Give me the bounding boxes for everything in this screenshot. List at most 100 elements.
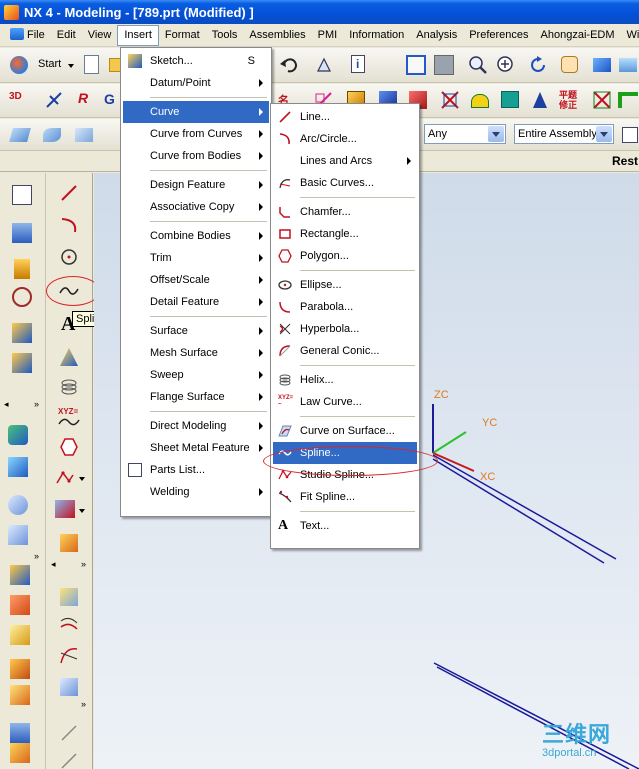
menu-item-trim[interactable]: Trim: [123, 247, 269, 269]
chevron-down-icon[interactable]: [79, 509, 85, 513]
menu-item-lines-and-arcs[interactable]: Lines and Arcs: [273, 150, 417, 172]
new-file-button[interactable]: [80, 53, 104, 77]
menu-item-direct-modeling[interactable]: Direct Modeling: [123, 415, 269, 437]
menu-item-ellipse[interactable]: Ellipse...: [273, 274, 417, 296]
menu-item-law-curve[interactable]: XYZ= ~ Law Curve...: [273, 391, 417, 413]
menu-item-basic-curves[interactable]: Basic Curves...: [273, 172, 417, 194]
feature-tool-2[interactable]: [6, 523, 30, 547]
menu-analysis[interactable]: Analysis: [410, 26, 463, 45]
menu-item-curve-on-surface[interactable]: Curve on Surface...: [273, 420, 417, 442]
feature-tool-3[interactable]: [8, 563, 32, 587]
cross-tool-button[interactable]: [590, 88, 614, 112]
shaded-view-button[interactable]: [590, 53, 614, 77]
dimension-tool[interactable]: [57, 721, 81, 745]
circle-tool[interactable]: [57, 245, 81, 269]
extra-tool-button[interactable]: [616, 88, 639, 112]
feature-tool-5[interactable]: [8, 623, 32, 647]
view-grid-button[interactable]: [432, 53, 456, 77]
helix-tool[interactable]: [57, 375, 81, 399]
menu-item-sweep[interactable]: Sweep: [123, 364, 269, 386]
calculator-button[interactable]: [498, 88, 522, 112]
menu-item-rectangle[interactable]: Rectangle...: [273, 223, 417, 245]
surface-button-3[interactable]: [72, 123, 96, 147]
selection-scope-dropdown[interactable]: Entire Assembly: [514, 124, 614, 144]
bridge-tool[interactable]: [57, 531, 81, 555]
expand-icon[interactable]: »: [81, 699, 86, 709]
surface-button-2[interactable]: [40, 123, 64, 147]
menu-ahongzai-edm[interactable]: Ahongzai-EDM: [535, 26, 621, 45]
expand-icon[interactable]: »: [81, 559, 86, 569]
drafting-button[interactable]: [42, 88, 66, 112]
expand-icon[interactable]: »: [34, 551, 39, 561]
menu-insert[interactable]: Insert: [117, 24, 159, 46]
menu-window[interactable]: Win: [621, 26, 639, 45]
helix-cone-tool[interactable]: [57, 345, 81, 369]
menu-item-chamfer[interactable]: Chamfer...: [273, 201, 417, 223]
menu-item-flange-surface[interactable]: Flange Surface: [123, 386, 269, 408]
menu-item-welding[interactable]: Welding: [123, 481, 269, 503]
dimension-tool-2[interactable]: [57, 749, 81, 769]
feature-tool-4[interactable]: [8, 593, 32, 617]
sphere-tool[interactable]: [6, 423, 30, 447]
menu-item-hyperbola[interactable]: Hyperbola...: [273, 318, 417, 340]
3d-application-button[interactable]: 3D: [8, 88, 32, 112]
menu-view[interactable]: View: [82, 26, 118, 45]
chevron-down-icon[interactable]: [79, 477, 85, 481]
feature-tool-9[interactable]: [8, 741, 32, 765]
reuse-library-tab[interactable]: [10, 257, 34, 281]
menu-item-text[interactable]: A Text...: [273, 515, 417, 537]
pan-button[interactable]: [558, 53, 582, 77]
menu-item-detail-feature[interactable]: Detail Feature: [123, 291, 269, 313]
menu-item-curve[interactable]: Curve: [123, 101, 269, 123]
zoom-button[interactable]: [466, 53, 490, 77]
menu-item-mesh-surface[interactable]: Mesh Surface: [123, 342, 269, 364]
menu-item-offset-scale[interactable]: Offset/Scale: [123, 269, 269, 291]
line-tool[interactable]: [57, 181, 81, 205]
feature-tool-1[interactable]: [6, 493, 30, 517]
menu-item-parts-list[interactable]: Parts List...: [123, 459, 269, 481]
assembly-navigator-tab[interactable]: [10, 183, 34, 207]
cylinder-tool[interactable]: [10, 351, 34, 375]
menu-item-line[interactable]: Line...: [273, 106, 417, 128]
extract-curve-tool[interactable]: [57, 675, 81, 699]
part-navigator-tab[interactable]: [10, 221, 34, 245]
zoom-in-out-button[interactable]: [494, 53, 518, 77]
routing-button[interactable]: R: [74, 88, 98, 112]
menu-item-polygon[interactable]: Polygon...: [273, 245, 417, 267]
menu-information[interactable]: Information: [343, 26, 410, 45]
menu-item-curve-from-curves[interactable]: Curve from Curves: [123, 123, 269, 145]
menu-item-associative-copy[interactable]: Associative Copy: [123, 196, 269, 218]
analysis-tool-button[interactable]: [438, 88, 462, 112]
chevron-down-icon[interactable]: [488, 126, 504, 142]
arc-tool[interactable]: [57, 213, 81, 237]
menu-item-fit-spline[interactable]: Fit Spline...: [273, 486, 417, 508]
expand-icon[interactable]: »: [34, 399, 39, 409]
menu-item-arc-circle[interactable]: Arc/Circle...: [273, 128, 417, 150]
project-curve-tool[interactable]: [57, 613, 81, 637]
scroll-left-icon[interactable]: ◂: [4, 399, 9, 410]
rotate-button[interactable]: [526, 53, 550, 77]
fit-view-button[interactable]: [404, 53, 428, 77]
menu-pmi[interactable]: PMI: [312, 26, 344, 45]
menu-assemblies[interactable]: Assemblies: [243, 26, 311, 45]
menu-item-sketch[interactable]: Sketch... S: [123, 50, 269, 72]
law-curve-tool[interactable]: XYZ=: [57, 407, 81, 431]
feature-tool-6[interactable]: [8, 657, 32, 681]
menu-item-sheet-metal-feature[interactable]: Sheet Metal Feature: [123, 437, 269, 459]
intersection-curve-tool[interactable]: [57, 643, 81, 667]
assembly-button[interactable]: [528, 88, 552, 112]
menu-item-parabola[interactable]: Parabola...: [273, 296, 417, 318]
menu-preferences[interactable]: Preferences: [463, 26, 534, 45]
menu-file[interactable]: File: [4, 26, 51, 45]
menu-item-combine-bodies[interactable]: Combine Bodies: [123, 225, 269, 247]
mold-button[interactable]: [468, 88, 492, 112]
chevron-down-icon[interactable]: [596, 126, 612, 142]
start-button[interactable]: Start: [8, 54, 76, 76]
block-tool[interactable]: [10, 321, 34, 345]
menu-item-design-feature[interactable]: Design Feature: [123, 174, 269, 196]
feature-tool-7[interactable]: [8, 683, 32, 707]
scroll-left-icon[interactable]: ◂: [51, 559, 56, 570]
modify-button[interactable]: 平题 修正: [558, 88, 582, 112]
offset-curve-tool[interactable]: [57, 585, 81, 609]
menu-item-datum-point[interactable]: Datum/Point: [123, 72, 269, 94]
